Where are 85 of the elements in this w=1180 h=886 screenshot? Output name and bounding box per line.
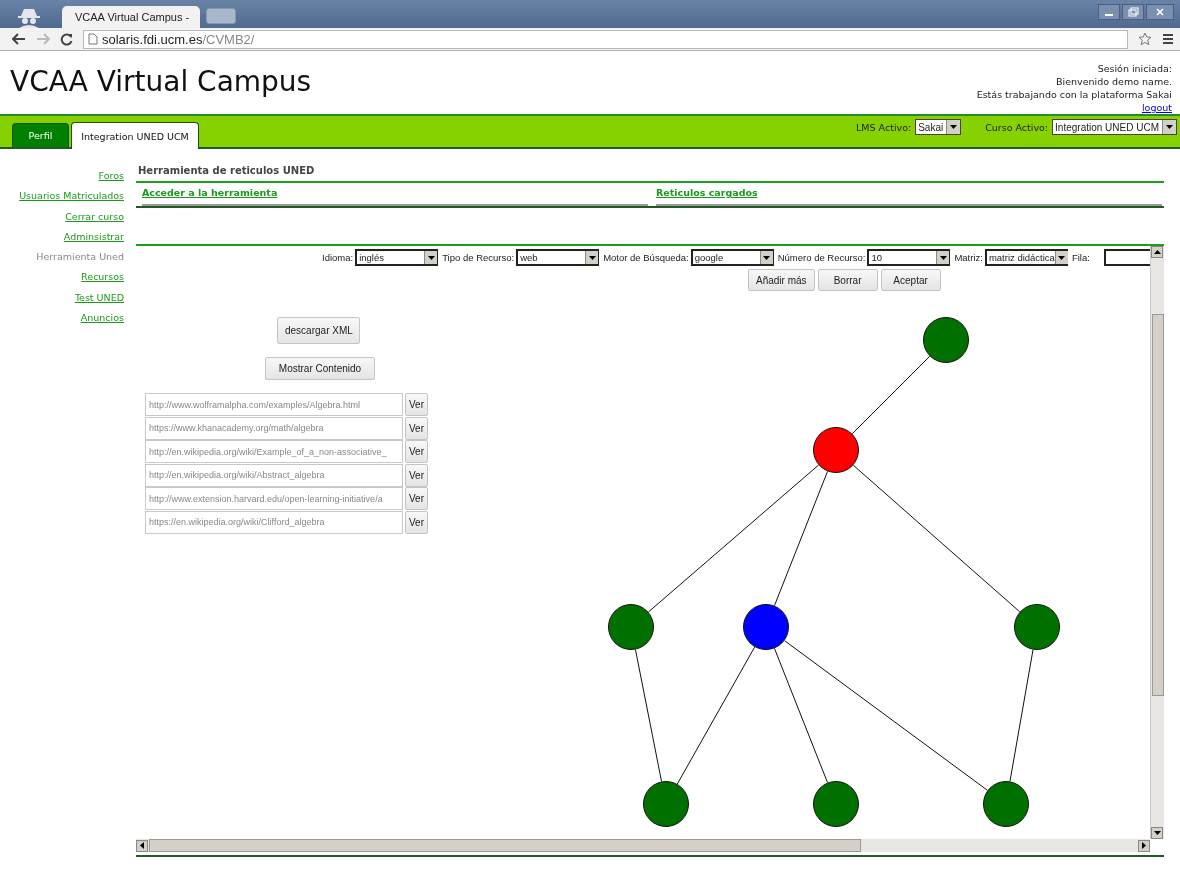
lattice-node[interactable] [983,781,1029,827]
scroll-down-icon[interactable] [1153,831,1161,835]
horizontal-scrollbar[interactable] [136,839,1150,852]
tab-title: VCAA Virtual Campus - [75,11,190,23]
lattice-node[interactable] [743,604,789,650]
filter-select[interactable]: 10 [867,249,951,266]
url-field[interactable]: http://www.extension.harvard.edu/open-learning-initiative/a [145,487,403,510]
session-text: Bienvenido demo name. [1056,75,1172,88]
url-path: /CVMB2/ [202,31,255,47]
lattice-node[interactable] [643,781,689,827]
view-button[interactable]: Ver [405,510,428,534]
dropdown-arrow-icon [427,255,435,260]
reload-icon[interactable] [60,32,73,46]
view-button[interactable]: Ver [405,487,428,510]
view-button[interactable]: Ver [405,416,428,440]
dropdown-arrow-icon [1058,255,1066,260]
dropdown-arrow-icon [1166,125,1173,129]
action-button[interactable]: Añadir más [748,269,815,291]
session-text: Sesión iniciada: [1097,62,1172,75]
back-arrow-icon[interactable] [12,33,26,45]
filter-label: Motor de Búsqueda: [603,252,689,263]
sidebar-current-item[interactable]: Herramienta Uned [36,251,124,272]
sidebar-link[interactable]: Cerrar curso [65,210,124,231]
nav-tab[interactable]: Perfil [12,123,69,147]
sidebar-link[interactable]: Adminsistrar [63,230,124,252]
lattice-node[interactable] [813,781,859,827]
lattice-node[interactable] [608,604,654,650]
filter-label: Tipo de Recurso: [442,252,515,263]
lattice-node[interactable] [1014,604,1060,650]
filter-select[interactable]: google [690,249,774,266]
page-icon [88,33,98,45]
url-field[interactable]: http://en.wikipedia.org/wiki/Example_of_a_non-associative_ [145,440,403,463]
view-button[interactable]: Ver [405,440,428,463]
minimize-icon[interactable] [1098,4,1120,20]
filter-select[interactable]: inglés [355,249,439,266]
view-button[interactable]: Ver [405,463,428,487]
sidebar-link[interactable]: Usuarios Matriculados [19,190,124,211]
lattice-node[interactable] [813,427,859,473]
filter-label: Número de Recurso: [777,252,866,263]
action-button[interactable]: Borrar [817,269,878,291]
url-field[interactable]: http://www.wolframalpha.com/examples/Algebra.html [145,393,403,416]
restore-icon[interactable] [1122,4,1144,20]
sidebar-link[interactable]: Test UNED [74,291,124,313]
site-title: VCAA Virtual Campus [10,65,312,100]
action-button[interactable]: Aceptar [880,269,941,291]
download-xml-button[interactable]: descargar XML [277,317,360,344]
tool-title: Herramienta de reticulos UNED [138,165,316,178]
close-icon[interactable] [1146,4,1174,20]
tool-link[interactable]: Reticulos cargados [656,183,1162,206]
scroll-right-icon[interactable] [1142,842,1146,849]
filter-label: Matriz: [954,252,983,263]
address-bar[interactable]: solaris.fdi.ucm.es/CVMB2/ [83,29,1128,49]
lms-select[interactable]: Sakai [915,119,962,135]
browser-tab[interactable]: VCAA Virtual Campus - [62,6,200,28]
filter-select[interactable]: matriz didáctica [984,249,1068,266]
tool-link[interactable]: Acceder a la herramienta [142,183,648,206]
filter-label: Fila: [1071,252,1090,263]
url-field[interactable]: https://en.wikipedia.org/wiki/Clifford_algebra [145,510,403,534]
nav-tab[interactable]: Integration UNED UCM [71,122,199,149]
filter-select[interactable]: web [516,249,600,266]
logout-link[interactable]: logout [1141,101,1172,114]
star-icon[interactable] [1138,32,1152,46]
dropdown-arrow-icon [939,255,947,260]
url-field[interactable]: https://www.khanacademy.org/math/algebra [145,416,403,440]
url-field[interactable]: http://en.wikipedia.org/wiki/Abstract_algebra [145,463,403,487]
dropdown-arrow-icon [588,255,596,260]
sidebar-link[interactable]: Foros [98,170,124,191]
session-text: Estás trabajando con la plataforma Sakai [976,88,1172,101]
select-label: LMS Activo: [856,121,912,133]
sidebar-link[interactable]: Recursos [81,271,124,292]
sidebar-link[interactable]: Anuncios [80,312,124,333]
dropdown-arrow-icon [950,125,958,129]
select-label: Curso Activo: [985,121,1049,133]
filter-label: Idioma: [322,252,354,263]
menu-icon[interactable] [1162,33,1174,45]
lattice-node[interactable] [923,317,969,363]
vertical-scrollbar[interactable] [1150,246,1164,839]
spy-icon [16,6,42,28]
url-host: solaris.fdi.ucm.es [102,31,203,47]
view-button[interactable]: Ver [405,393,428,416]
dropdown-arrow-icon [763,255,771,260]
scroll-up-icon[interactable] [1153,250,1161,254]
show-content-button[interactable]: Mostrar Contenido [265,357,375,380]
scroll-left-icon[interactable] [140,842,144,849]
course-select[interactable]: Integration UNED UCM [1052,119,1177,135]
